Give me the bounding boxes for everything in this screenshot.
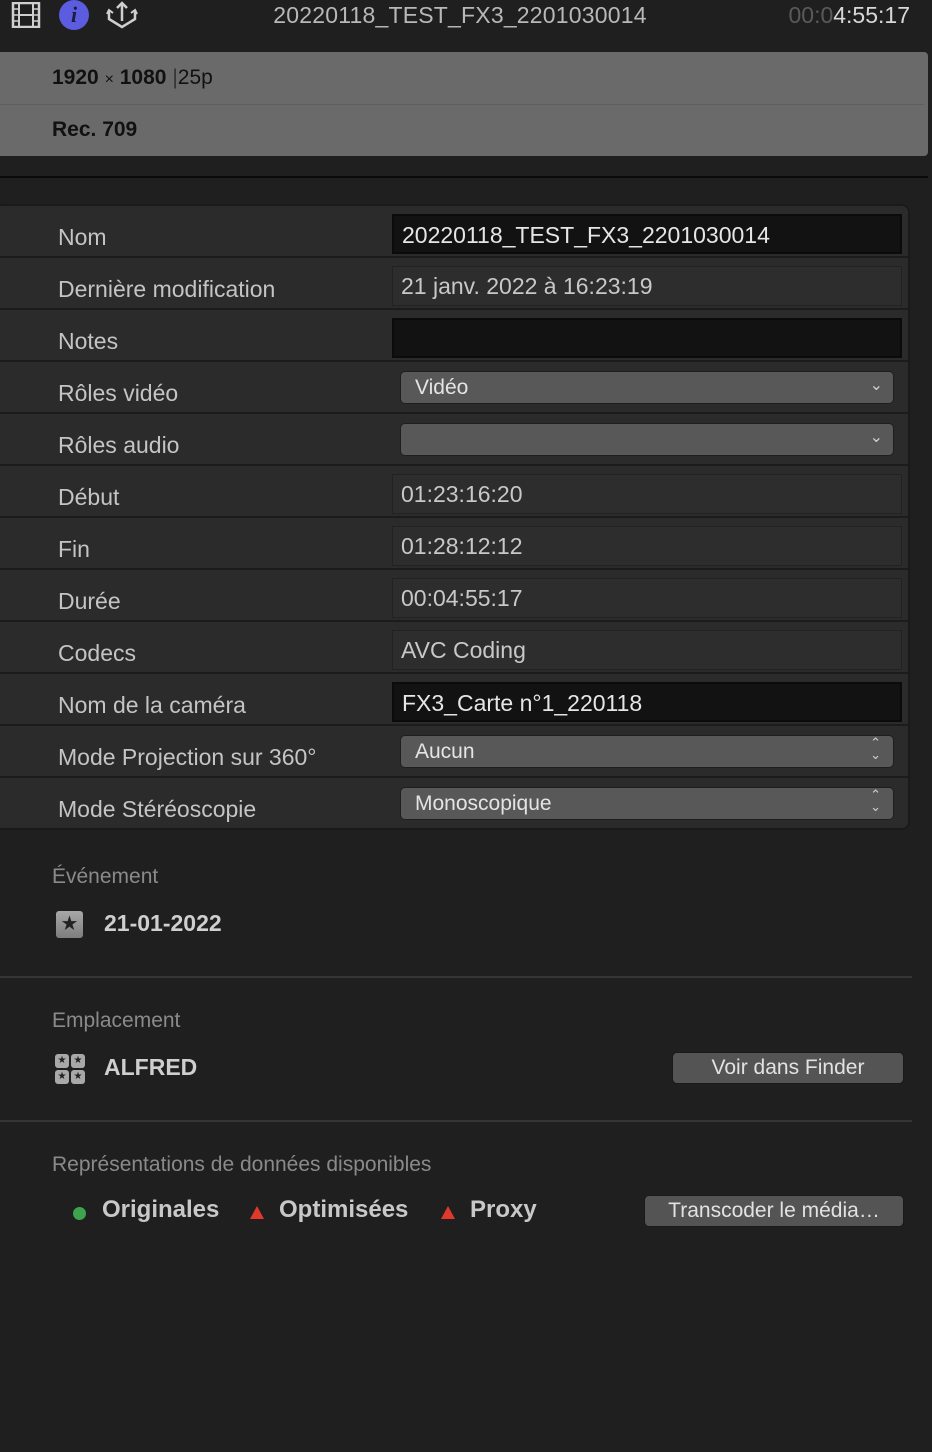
camera-name-input[interactable]: FX3_Carte n°1_220118 — [392, 682, 902, 722]
format-summary-panel: 1920 × 1080 |25p Rec. 709 — [0, 52, 928, 156]
property-label: Notes — [58, 328, 119, 354]
property-row-video-roles: Rôles vidéo Vidéo ⌄ — [0, 364, 908, 414]
notes-input[interactable] — [392, 318, 902, 358]
property-row-name: Nom 20220118_TEST_FX3_2201030014 — [0, 208, 908, 258]
property-label: Nom de la caméra — [58, 692, 246, 718]
clip-duration-timecode: 00:04:55:17 — [788, 2, 910, 29]
popup-value: Vidéo — [415, 376, 469, 399]
representation-optimized: Optimisées — [279, 1196, 409, 1223]
property-label: Nom — [58, 224, 107, 250]
stereoscopy-popup[interactable]: Monoscopique ⌃ ⌄ — [400, 787, 894, 820]
properties-table: Nom 20220118_TEST_FX3_2201030014 Dernièr… — [0, 204, 910, 830]
resolution-height: 1080 — [119, 66, 167, 89]
framerate: 25p — [177, 66, 213, 89]
transcode-media-button[interactable]: Transcoder le média… — [644, 1195, 904, 1227]
property-row-codecs: Codecs AVC Coding — [0, 624, 908, 674]
property-label: Mode Stéréoscopie — [58, 796, 257, 822]
audio-roles-popup[interactable]: ⌄ — [400, 423, 894, 456]
available-status-icon — [73, 1207, 86, 1220]
property-label: Rôles audio — [58, 432, 180, 458]
chevron-down-icon: ⌄ — [869, 429, 883, 446]
projection-360-popup[interactable]: Aucun ⌃ ⌄ — [400, 735, 894, 768]
section-divider — [0, 176, 928, 178]
property-label: Fin — [58, 536, 90, 562]
property-row-notes: Notes — [0, 312, 908, 362]
duration-value: 00:04:55:17 — [392, 578, 902, 618]
resolution-framerate: 1920 × 1080 |25p — [52, 66, 213, 90]
property-row-duration: Durée 00:04:55:17 — [0, 572, 908, 622]
property-row-360-projection: Mode Projection sur 360° Aucun ⌃ ⌄ — [0, 728, 908, 778]
property-row-stereoscopy: Mode Stéréoscopie Monoscopique ⌃ ⌄ — [0, 780, 908, 828]
property-row-modified: Dernière modification 21 janv. 2022 à 16… — [0, 260, 908, 310]
property-row-end: Fin 01:28:12:12 — [0, 520, 908, 570]
end-value: 01:28:12:12 — [392, 526, 902, 566]
property-label: Début — [58, 484, 120, 510]
section-divider — [0, 1120, 912, 1122]
representations-label: Représentations de données disponibles — [52, 1153, 432, 1176]
event-name: 21-01-2022 — [104, 910, 222, 936]
name-input[interactable]: 20220118_TEST_FX3_2201030014 — [392, 214, 902, 254]
timecode-value: 4:55:17 — [833, 2, 910, 28]
updown-chevron-icon: ⌃ ⌄ — [870, 787, 881, 814]
updown-chevron-icon: ⌃ ⌄ — [870, 735, 881, 762]
property-label: Durée — [58, 588, 121, 614]
video-roles-popup[interactable]: Vidéo ⌄ — [400, 371, 894, 404]
color-space: Rec. 709 — [52, 118, 138, 141]
clip-title: 20220118_TEST_FX3_2201030014 — [273, 2, 647, 28]
inspector-header: i 20220118_TEST_FX3_2201030014 00:04:55:… — [0, 0, 932, 32]
format-divider — [0, 104, 924, 105]
resolution-width: 1920 — [52, 66, 99, 89]
chevron-down-icon: ⌄ — [869, 377, 883, 394]
missing-warning-icon — [250, 1206, 264, 1219]
representation-proxy: Proxy — [470, 1196, 537, 1223]
property-label: Dernière modification — [58, 276, 276, 302]
reveal-in-finder-button[interactable]: Voir dans Finder — [672, 1052, 904, 1084]
library-name: ALFRED — [104, 1054, 198, 1080]
section-divider — [0, 976, 912, 978]
resolution-times: × — [104, 71, 114, 88]
property-label: Rôles vidéo — [58, 380, 179, 406]
last-modified-value: 21 janv. 2022 à 16:23:19 — [392, 266, 902, 306]
event-star-icon: ★ — [56, 911, 83, 938]
event-label: Événement — [52, 865, 159, 888]
missing-warning-icon — [441, 1206, 455, 1219]
library-icon: ★ ★ ★ ★ — [55, 1054, 85, 1084]
popup-value: Aucun — [415, 740, 475, 763]
property-label: Mode Projection sur 360° — [58, 744, 317, 770]
property-row-camera-name: Nom de la caméra FX3_Carte n°1_220118 — [0, 676, 908, 726]
timecode-leading-zeros: 00:0 — [788, 2, 834, 28]
property-row-start: Début 01:23:16:20 — [0, 468, 908, 518]
location-label: Emplacement — [52, 1009, 181, 1032]
property-row-audio-roles: Rôles audio ⌄ — [0, 416, 908, 466]
codecs-value: AVC Coding — [392, 630, 902, 670]
property-label: Codecs — [58, 640, 136, 666]
start-value: 01:23:16:20 — [392, 474, 902, 514]
popup-value: Monoscopique — [415, 792, 552, 815]
representation-originals: Originales — [102, 1196, 220, 1223]
